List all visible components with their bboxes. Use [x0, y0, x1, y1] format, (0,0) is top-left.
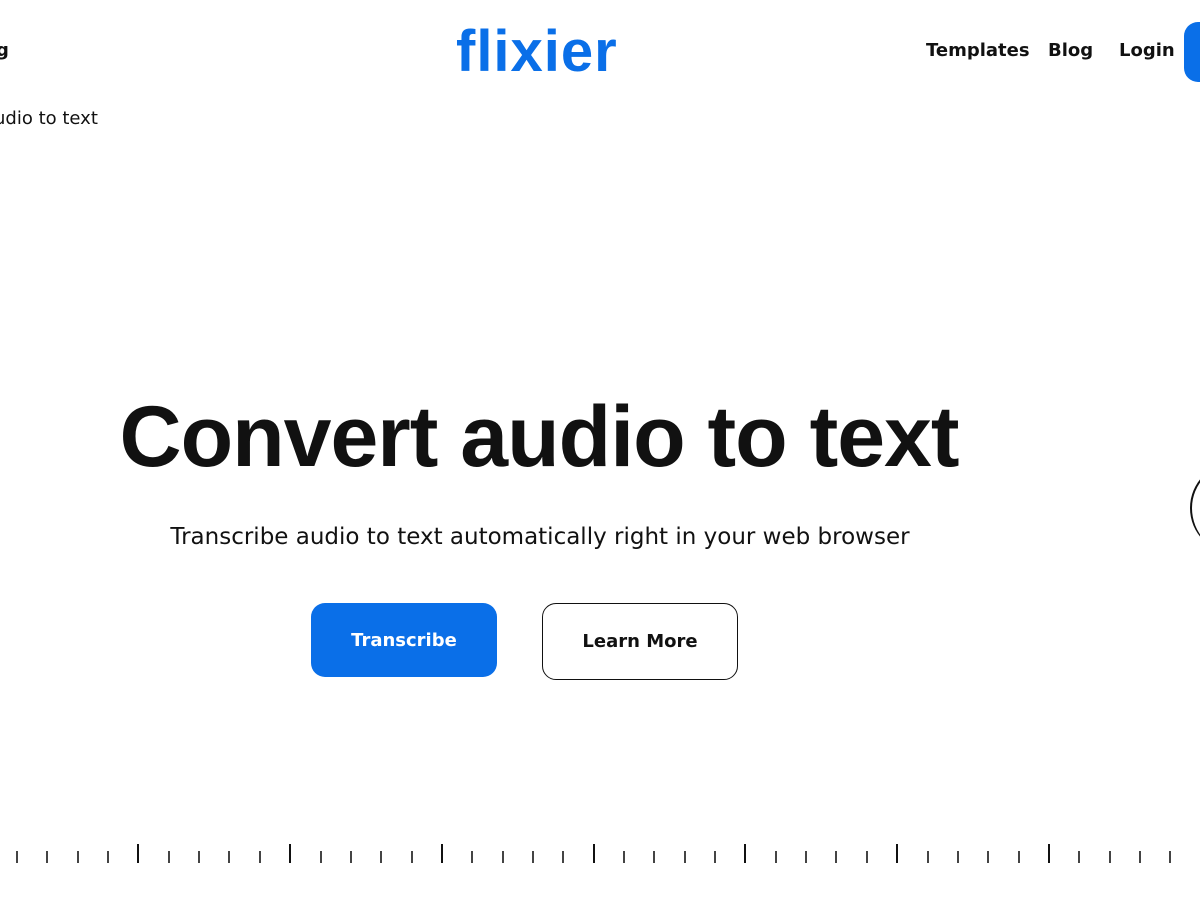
ruler-tick: [167, 851, 170, 863]
ruler-tick: [349, 851, 352, 863]
subtitle: Transcribe audio to text automatically r…: [170, 524, 910, 550]
ruler-tick: [1108, 851, 1111, 863]
ruler-tick: [683, 851, 686, 863]
ruler-tick: [76, 851, 79, 863]
ruler-tick: [805, 851, 808, 863]
decorative-arc: [1190, 462, 1200, 554]
ruler-tick: [865, 851, 868, 863]
ruler-tick: [46, 851, 49, 863]
nav-item-partial[interactable]: g: [0, 40, 9, 61]
ruler-tick: [1138, 851, 1141, 863]
ruler-tick: [440, 844, 443, 863]
ruler-tick: [1078, 851, 1081, 863]
ruler-tick: [1169, 851, 1172, 863]
ruler-tick: [714, 851, 717, 863]
ruler-tick: [987, 851, 990, 863]
breadcrumb: udio to text: [0, 108, 98, 129]
ruler-tick: [744, 844, 747, 863]
ruler-tick: [410, 851, 413, 863]
transcribe-button[interactable]: Transcribe: [311, 603, 497, 677]
ruler-tick: [774, 851, 777, 863]
ruler-tick: [1017, 851, 1020, 863]
ruler-tick: [653, 851, 656, 863]
ruler-tick: [562, 851, 565, 863]
signup-button[interactable]: [1184, 22, 1200, 82]
ruler-tick: [380, 851, 383, 863]
ruler-tick: [926, 851, 929, 863]
page-title: Convert audio to text: [119, 389, 959, 485]
ruler-tick: [258, 851, 261, 863]
ruler-tick: [198, 851, 201, 863]
ruler-tick: [531, 851, 534, 863]
ruler-tick: [592, 844, 595, 863]
ruler-tick: [137, 844, 140, 863]
ruler-tick: [16, 851, 18, 863]
ruler-tick: [107, 851, 110, 863]
learn-more-button[interactable]: Learn More: [542, 603, 738, 680]
ruler-tick: [835, 851, 838, 863]
ruler-tick: [501, 851, 504, 863]
nav-templates[interactable]: Templates: [926, 40, 1030, 61]
ruler-tick: [319, 851, 322, 863]
ruler-tick: [896, 844, 899, 863]
ruler-tick: [623, 851, 625, 863]
ruler-tick: [471, 851, 474, 863]
ruler-tick: [956, 851, 959, 863]
nav-login[interactable]: Login: [1119, 40, 1175, 61]
ruler-tick: [228, 851, 231, 863]
ruler-tick: [289, 844, 292, 863]
nav-blog[interactable]: Blog: [1048, 40, 1093, 61]
flixier-logo[interactable]: flixier: [456, 18, 618, 85]
ruler-tick: [1047, 844, 1050, 863]
